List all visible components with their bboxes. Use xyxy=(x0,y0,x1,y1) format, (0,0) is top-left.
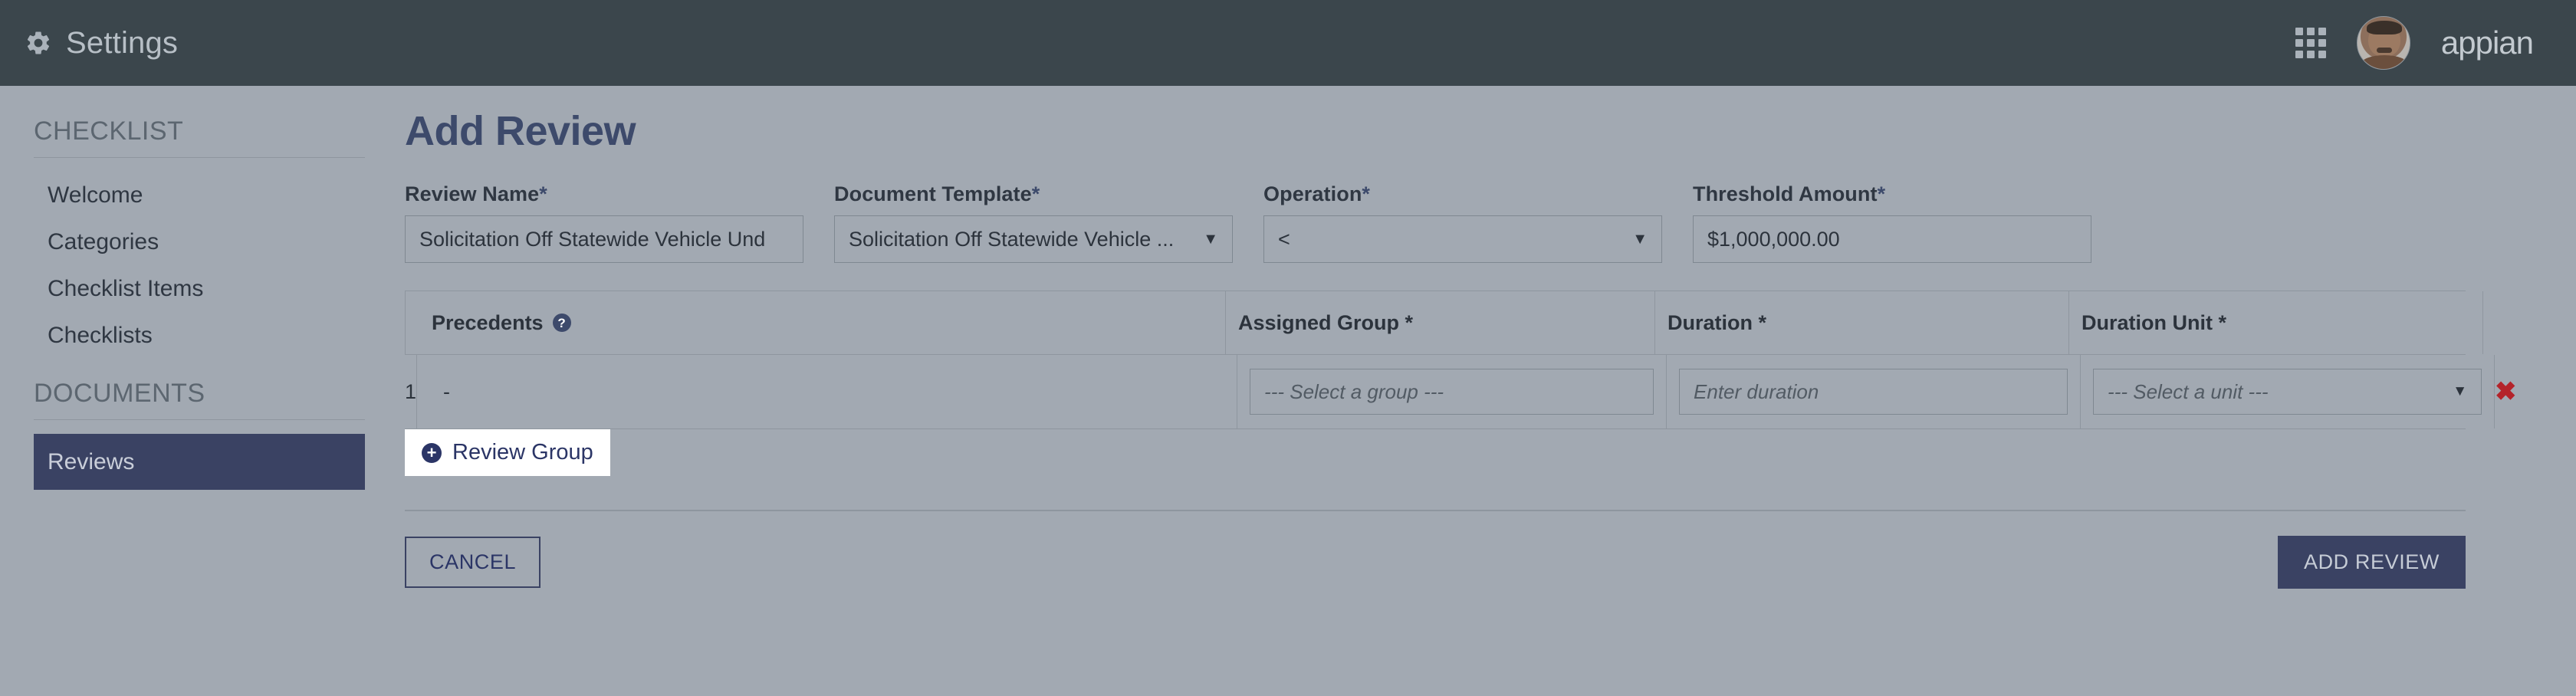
cancel-button[interactable]: CANCEL xyxy=(405,537,541,588)
topbar-right-group: appian xyxy=(2295,16,2534,70)
label-document-template: Document Template* xyxy=(834,182,1233,206)
sidebar: CHECKLIST Welcome Categories Checklist I… xyxy=(0,86,399,490)
page-body: CHECKLIST Welcome Categories Checklist I… xyxy=(0,86,2576,696)
field-operation: Operation* < ▼ xyxy=(1263,182,1662,263)
grid-cell xyxy=(2295,51,2303,58)
grid-cell xyxy=(2318,28,2326,35)
header-text: Assigned Group * xyxy=(1238,310,1414,334)
plus-circle-icon: + xyxy=(422,442,442,463)
required-marker: * xyxy=(1877,182,1886,205)
threshold-amount-input[interactable]: $1,000,000.00 xyxy=(1693,215,2091,263)
form-actions: CANCEL ADD REVIEW xyxy=(405,536,2466,589)
precedents-value: - xyxy=(443,379,451,403)
header-text: Duration Unit * xyxy=(2082,310,2226,334)
avatar-mouth xyxy=(2376,48,2392,53)
dropdown-value: < xyxy=(1278,227,1290,251)
delete-row-icon[interactable]: ✖ xyxy=(2495,379,2517,405)
placeholder-text: --- Select a unit --- xyxy=(2108,379,2269,403)
avatar[interactable] xyxy=(2356,16,2410,70)
required-marker: * xyxy=(539,182,547,205)
input-value: Solicitation Off Statewide Vehicle Und xyxy=(419,227,766,251)
field-threshold-amount: Threshold Amount* $1,000,000.00 xyxy=(1693,182,2091,263)
sidebar-divider xyxy=(34,157,365,158)
cell-duration-unit: --- Select a unit --- ▼ xyxy=(2081,355,2496,428)
grid-cell xyxy=(2306,39,2315,47)
add-review-group-label: Review Group xyxy=(452,440,593,465)
label-review-name: Review Name* xyxy=(405,182,803,206)
add-review-button[interactable]: ADD REVIEW xyxy=(2277,536,2466,589)
cell-duration: Enter duration xyxy=(1667,355,2082,428)
grid-cell xyxy=(2318,51,2326,58)
review-name-input[interactable]: Solicitation Off Statewide Vehicle Und xyxy=(405,215,803,263)
operation-dropdown[interactable]: < ▼ xyxy=(1263,215,1662,263)
row-number: 1 xyxy=(405,355,418,428)
label-text: Document Template xyxy=(834,182,1032,205)
cell-delete: ✖ xyxy=(2495,355,2517,428)
sidebar-item-reviews[interactable]: Reviews xyxy=(34,434,365,490)
label-text: Operation xyxy=(1263,182,1362,205)
review-groups-grid: Precedents ? Assigned Group * Duration *… xyxy=(405,291,2517,429)
sidebar-heading-documents: DOCUMENTS xyxy=(34,379,205,408)
header-precedents: Precedents ? xyxy=(406,291,1226,354)
grid-cell xyxy=(2295,39,2303,47)
input-value: $1,000,000.00 xyxy=(1707,227,1840,251)
sidebar-divider xyxy=(34,419,365,420)
header-assigned-group: Assigned Group * xyxy=(1226,291,1655,354)
label-threshold-amount: Threshold Amount* xyxy=(1693,182,2091,206)
assigned-group-picker[interactable]: --- Select a group --- xyxy=(1250,369,1654,415)
duration-unit-dropdown[interactable]: --- Select a unit --- ▼ xyxy=(2093,369,2482,415)
required-marker: * xyxy=(1031,182,1040,205)
duration-input[interactable]: Enter duration xyxy=(1679,369,2068,415)
required-marker: * xyxy=(1362,182,1371,205)
sidebar-item-checklists[interactable]: Checklists xyxy=(34,312,365,359)
cell-precedents: - xyxy=(417,355,1238,428)
grid-cell xyxy=(2306,51,2315,58)
top-app-bar: Settings appian xyxy=(0,0,2576,86)
chevron-down-icon: ▼ xyxy=(2453,383,2468,399)
label-text: Review Name xyxy=(405,182,540,205)
sidebar-item-welcome[interactable]: Welcome xyxy=(34,172,365,218)
chevron-down-icon: ▼ xyxy=(1632,230,1648,248)
chevron-down-icon: ▼ xyxy=(1203,230,1218,248)
header-duration: Duration * xyxy=(1655,291,2069,354)
cell-assigned-group: --- Select a group --- xyxy=(1237,355,1668,428)
topbar-left-group: Settings xyxy=(25,28,178,58)
appian-logo: appian xyxy=(2440,25,2534,61)
grid-cell xyxy=(2295,28,2303,35)
grid-cell xyxy=(2306,28,2315,35)
footer-divider xyxy=(405,510,2466,511)
placeholder-text: --- Select a group --- xyxy=(1264,379,1444,403)
add-group-wrap: + Review Group xyxy=(405,429,2466,476)
label-operation: Operation* xyxy=(1263,182,1662,206)
field-review-name: Review Name* Solicitation Off Statewide … xyxy=(405,182,803,263)
dropdown-value: Solicitation Off Statewide Vehicle ... xyxy=(849,227,1175,251)
grid-cell xyxy=(2318,39,2326,47)
document-template-dropdown[interactable]: Solicitation Off Statewide Vehicle ... ▼ xyxy=(834,215,1233,263)
app-title: Settings xyxy=(66,26,179,60)
gear-icon[interactable] xyxy=(25,29,52,57)
table-row: 1 - --- Select a group --- Enter duratio… xyxy=(405,355,2517,429)
grid-header-row: Precedents ? Assigned Group * Duration *… xyxy=(405,291,2483,355)
field-document-template: Document Template* Solicitation Off Stat… xyxy=(834,182,1233,263)
avatar-body xyxy=(2360,55,2408,69)
sidebar-item-checklist-items[interactable]: Checklist Items xyxy=(34,265,365,312)
form-field-row: Review Name* Solicitation Off Statewide … xyxy=(405,182,2466,263)
header-text: Precedents xyxy=(432,310,544,334)
label-text: Threshold Amount xyxy=(1693,182,1878,205)
help-icon[interactable]: ? xyxy=(552,314,571,332)
header-precedents-label: Precedents ? xyxy=(432,311,571,335)
header-text: Duration * xyxy=(1668,310,1767,334)
grid-apps-icon[interactable] xyxy=(2295,28,2326,58)
sidebar-heading-checklist: CHECKLIST xyxy=(34,117,184,146)
add-review-group-button[interactable]: + Review Group xyxy=(405,429,610,476)
sidebar-item-categories[interactable]: Categories xyxy=(34,218,365,265)
page-title: Add Review xyxy=(405,108,636,154)
placeholder-text: Enter duration xyxy=(1694,379,1819,403)
main-content: Add Review Review Name* Solicitation Off… xyxy=(399,86,2576,589)
avatar-hair xyxy=(2366,21,2402,34)
header-duration-unit: Duration Unit * xyxy=(2069,291,2483,354)
